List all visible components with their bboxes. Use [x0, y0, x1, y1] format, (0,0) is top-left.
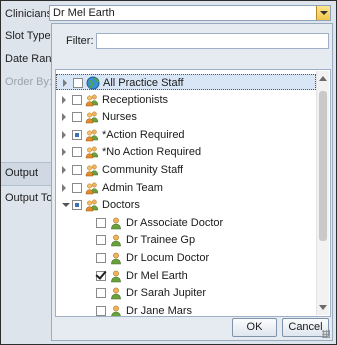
tree-item-label: *Action Required	[102, 128, 185, 141]
expand-arrow-icon[interactable]	[62, 130, 66, 139]
checkbox[interactable]	[72, 94, 82, 105]
tree-item-label: Dr Mel Earth	[126, 269, 188, 282]
person-icon	[109, 286, 123, 300]
output-label: Output	[5, 167, 39, 179]
tree-item-label: Community Staff	[102, 164, 184, 176]
tree-item-label: Dr Jane Mars	[126, 304, 193, 317]
staff-group-icon	[85, 93, 99, 107]
person-icon	[109, 251, 123, 265]
person-icon	[109, 233, 123, 247]
staff-group-icon	[85, 128, 99, 142]
chevron-down-icon[interactable]	[316, 6, 330, 20]
clinicians-value: Dr Mel Earth	[53, 7, 115, 19]
tree-item-group[interactable]: *No Action Required	[56, 144, 316, 160]
tree-item-label: Dr Trainee Gp	[126, 234, 196, 247]
tree-item-clinician[interactable]: Dr Mel Earth	[56, 268, 316, 284]
staff-group-icon	[85, 145, 99, 159]
person-icon	[109, 269, 123, 283]
order-by-label: Order By:	[5, 76, 53, 88]
tree-item-label: All Practice Staff	[103, 77, 184, 89]
checkbox[interactable]	[96, 217, 106, 228]
clinicians-combo[interactable]: Dr Mel Earth	[49, 5, 331, 21]
clinician-picker-popup: Filter: Dr Carol SaturnDr Michael Neptun…	[51, 23, 333, 341]
scroll-up-icon[interactable]	[319, 76, 327, 81]
tree-item-label: *No Action Required	[102, 146, 202, 159]
checkbox[interactable]	[96, 270, 106, 281]
checkbox[interactable]	[72, 200, 82, 211]
checkbox[interactable]	[72, 112, 82, 123]
tree-item-group[interactable]: All Practice Staff	[56, 74, 316, 90]
checkbox[interactable]	[96, 288, 106, 299]
checkbox[interactable]	[72, 182, 82, 193]
scroll-thumb[interactable]	[319, 91, 327, 241]
scroll-down-icon[interactable]	[319, 305, 327, 310]
expand-arrow-icon[interactable]	[62, 166, 66, 174]
checkbox[interactable]	[96, 253, 106, 263]
expand-arrow-icon[interactable]	[62, 113, 66, 122]
tree-item-clinician[interactable]: Dr Associate Doctor	[56, 215, 316, 231]
output-to-label: Output To:	[5, 192, 56, 204]
tree-item-label: Dr Associate Doctor	[126, 216, 224, 229]
filter-input[interactable]	[96, 33, 329, 49]
collapse-arrow-icon[interactable]	[62, 203, 70, 208]
person-icon	[109, 304, 123, 316]
tree-item-group[interactable]: Admin Team	[56, 180, 316, 196]
clinicians-label: Clinicians:	[5, 8, 56, 20]
staff-group-icon	[85, 198, 99, 212]
person-icon	[109, 216, 123, 230]
tree-item-group[interactable]: Nurses	[56, 109, 316, 125]
checkbox[interactable]	[72, 129, 82, 140]
tree-item-label: Dr Locum Doctor	[126, 252, 210, 264]
output-section-header: Output	[1, 162, 51, 186]
ok-button[interactable]: OK	[232, 318, 277, 337]
tree-item-group[interactable]: *Action Required	[56, 127, 316, 143]
checkbox[interactable]	[72, 147, 82, 158]
tree-item-clinician[interactable]: Dr Jane Mars	[56, 303, 316, 317]
window-frame: Clinicians: Dr Mel Earth Slot Types: Dat…	[0, 0, 337, 345]
tree-item-clinician[interactable]: Dr Locum Doctor	[56, 250, 316, 266]
tree-item-label: Receptionists	[102, 93, 169, 106]
expand-arrow-icon[interactable]	[63, 79, 67, 87]
tree-item-label: Dr Sarah Jupiter	[126, 287, 207, 300]
checkbox[interactable]	[72, 165, 82, 175]
expand-arrow-icon[interactable]	[62, 95, 66, 104]
resize-grip-icon[interactable]	[322, 330, 330, 338]
tree-item-label: Admin Team	[102, 181, 163, 194]
clinician-tree[interactable]: Dr Carol SaturnDr Michael NeptuneDr Jane…	[55, 69, 331, 317]
checkbox[interactable]	[96, 235, 106, 246]
staff-group-icon	[85, 110, 99, 124]
tree-item-clinician[interactable]: Dr Trainee Gp	[56, 232, 316, 248]
tree-item-group[interactable]: Doctors	[56, 197, 316, 213]
tree-scrollbar[interactable]	[316, 71, 329, 315]
filter-label: Filter:	[66, 35, 94, 47]
checkbox[interactable]	[73, 78, 83, 88]
checkbox[interactable]	[96, 305, 106, 316]
expand-arrow-icon[interactable]	[62, 148, 66, 157]
tree-item-group[interactable]: Community Staff	[56, 162, 316, 178]
tree-item-label: Nurses	[102, 111, 137, 124]
globe-icon	[86, 76, 100, 90]
tree-item-group[interactable]: Receptionists	[56, 92, 316, 108]
tree-item-clinician[interactable]: Dr Sarah Jupiter	[56, 285, 316, 301]
expand-arrow-icon[interactable]	[62, 183, 66, 192]
staff-group-icon	[85, 163, 99, 177]
staff-group-icon	[85, 181, 99, 195]
tree-item-label: Doctors	[102, 199, 140, 212]
